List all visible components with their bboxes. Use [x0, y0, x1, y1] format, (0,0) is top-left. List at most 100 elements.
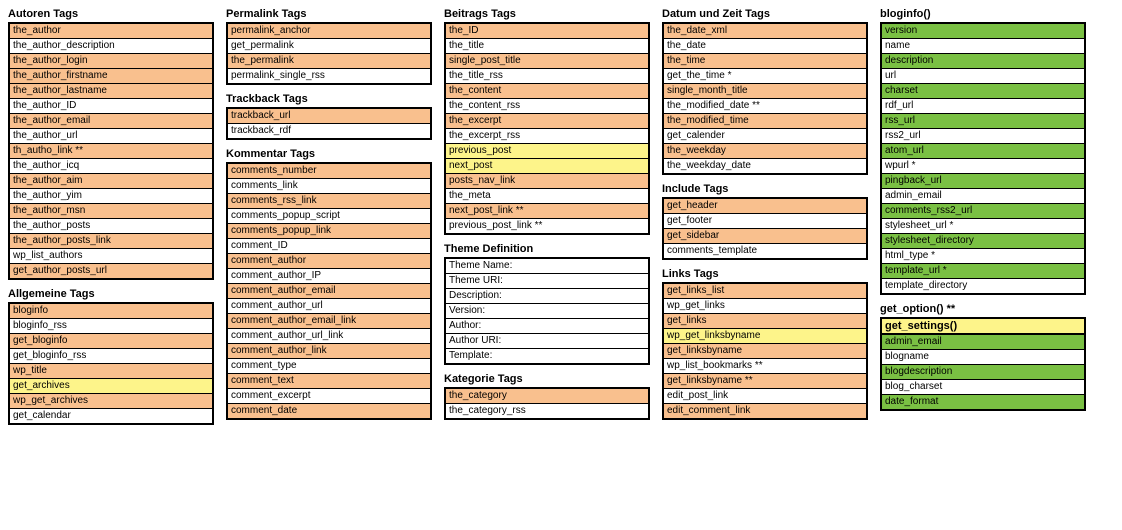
table-row: the_author — [10, 24, 212, 39]
table-row: comment_author_email — [228, 284, 430, 299]
block-trackback: Trackback Tags trackback_urltrackback_rd… — [226, 93, 432, 140]
table-row: Version: — [446, 304, 648, 319]
table-row: comment_author — [228, 254, 430, 269]
table-row: wp_list_authors — [10, 249, 212, 264]
table-row: next_post_link ** — [446, 204, 648, 219]
block-bloginfo: bloginfo() versionnamedescriptionurlchar… — [880, 8, 1086, 295]
table-row: rss2_url — [882, 129, 1084, 144]
table-row: comments_template — [664, 244, 866, 258]
block-getoption: get_option() ** get_settings() admin_ema… — [880, 303, 1086, 411]
table-row: trackback_rdf — [228, 124, 430, 138]
block-autoren: Autoren Tags the_authorthe_author_descri… — [8, 8, 214, 280]
table-row: posts_nav_link — [446, 174, 648, 189]
table-row: the_excerpt — [446, 114, 648, 129]
table-row: get_permalink — [228, 39, 430, 54]
table-row: get_author_posts_url — [10, 264, 212, 278]
table-row: html_type * — [882, 249, 1084, 264]
table-row: get_links — [664, 314, 866, 329]
table-row: comment_type — [228, 359, 430, 374]
table-row: wp_get_links — [664, 299, 866, 314]
table-row: the_author_description — [10, 39, 212, 54]
table-row: comments_number — [228, 164, 430, 179]
table-row: the_title — [446, 39, 648, 54]
table-row: get_linksbyname ** — [664, 374, 866, 389]
block-title: Kategorie Tags — [444, 373, 650, 385]
block-title: Permalink Tags — [226, 8, 432, 20]
table-row: get_header — [664, 199, 866, 214]
table: permalink_anchorget_permalinkthe_permali… — [226, 22, 432, 85]
block-theme: Theme Definition Theme Name:Theme URI:De… — [444, 243, 650, 365]
table-row: the_author_icq — [10, 159, 212, 174]
block-title: Trackback Tags — [226, 93, 432, 105]
table-row: comment_author_link — [228, 344, 430, 359]
table-row: wp_list_bookmarks ** — [664, 359, 866, 374]
table-row: admin_email — [882, 189, 1084, 204]
table: the_IDthe_titlesingle_post_titlethe_titl… — [444, 22, 650, 235]
block-title: Theme Definition — [444, 243, 650, 255]
table-row: single_month_title — [664, 84, 866, 99]
block-kategorie: Kategorie Tags the_categorythe_category_… — [444, 373, 650, 420]
table-row: template_directory — [882, 279, 1084, 293]
table-row: date_format — [882, 395, 1084, 409]
table-row: comment_author_url — [228, 299, 430, 314]
table-row: get_bloginfo — [10, 334, 212, 349]
table-row: the_content_rss — [446, 99, 648, 114]
table-row: rdf_url — [882, 99, 1084, 114]
table: the_authorthe_author_description the_auth… — [8, 22, 214, 280]
block-title: Beitrags Tags — [444, 8, 650, 20]
table-row: atom_url — [882, 144, 1084, 159]
table-row: the_weekday_date — [664, 159, 866, 173]
table-row: the_meta — [446, 189, 648, 204]
table-row: name — [882, 39, 1084, 54]
block-title: Include Tags — [662, 183, 868, 195]
table-row: next_post — [446, 159, 648, 174]
table-row: the_date — [664, 39, 866, 54]
table-row: comment_author_url_link — [228, 329, 430, 344]
table-row: get_links_list — [664, 284, 866, 299]
table-row: get_bloginfo_rss — [10, 349, 212, 364]
table-row: wp_get_archives — [10, 394, 212, 409]
table-row: the_author_yim — [10, 189, 212, 204]
table-row: admin_email — [882, 335, 1084, 350]
table-row: the_author_url — [10, 129, 212, 144]
table-row: the_author_email — [10, 114, 212, 129]
table-row: url — [882, 69, 1084, 84]
cheatsheet-grid: Autoren Tags the_authorthe_author_descri… — [8, 8, 1114, 433]
table-row: bloginfo — [10, 304, 212, 319]
table-row: charset — [882, 84, 1084, 99]
table-row: template_url * — [882, 264, 1084, 279]
table-row: comment_author_email_link — [228, 314, 430, 329]
table-row: comment_text — [228, 374, 430, 389]
table: the_date_xmlthe_datethe_timeget_the_time… — [662, 22, 868, 175]
table-row: blogdescription — [882, 365, 1084, 380]
table-row: comment_author_IP — [228, 269, 430, 284]
table-row: the_category — [446, 389, 648, 404]
table-row: get_the_time * — [664, 69, 866, 84]
block-allgemeine: Allgemeine Tags bloginfobloginfo_rssget_… — [8, 288, 214, 425]
table: Theme Name:Theme URI:Description:Version… — [444, 257, 650, 365]
table: versionnamedescriptionurlcharsetrdf_urlr… — [880, 22, 1086, 295]
table-row: blogname — [882, 350, 1084, 365]
table-row: bloginfo_rss — [10, 319, 212, 334]
table-row: the_time — [664, 54, 866, 69]
table-row: blog_charset — [882, 380, 1084, 395]
table-row: comment_excerpt — [228, 389, 430, 404]
block-title: Autoren Tags — [8, 8, 214, 20]
table: admin_emailblognameblogdescriptionblog_c… — [880, 335, 1086, 411]
block-kommentar: Kommentar Tags comments_numbercomments_l… — [226, 148, 432, 420]
table-row: Theme URI: — [446, 274, 648, 289]
table-row: Author: — [446, 319, 648, 334]
table-row: trackback_url — [228, 109, 430, 124]
table-row: pingback_url — [882, 174, 1084, 189]
table-row: comments_popup_script — [228, 209, 430, 224]
table-row: Author URI: — [446, 334, 648, 349]
table-row: the_modified_time — [664, 114, 866, 129]
table-row: the_ID — [446, 24, 648, 39]
table-row: get_footer — [664, 214, 866, 229]
table-row: comments_rss_link — [228, 194, 430, 209]
table-row: comment_date — [228, 404, 430, 418]
table-row: version — [882, 24, 1084, 39]
block-title: bloginfo() — [880, 8, 1086, 20]
table-row: stylesheet_directory — [882, 234, 1084, 249]
table-row: Description: — [446, 289, 648, 304]
